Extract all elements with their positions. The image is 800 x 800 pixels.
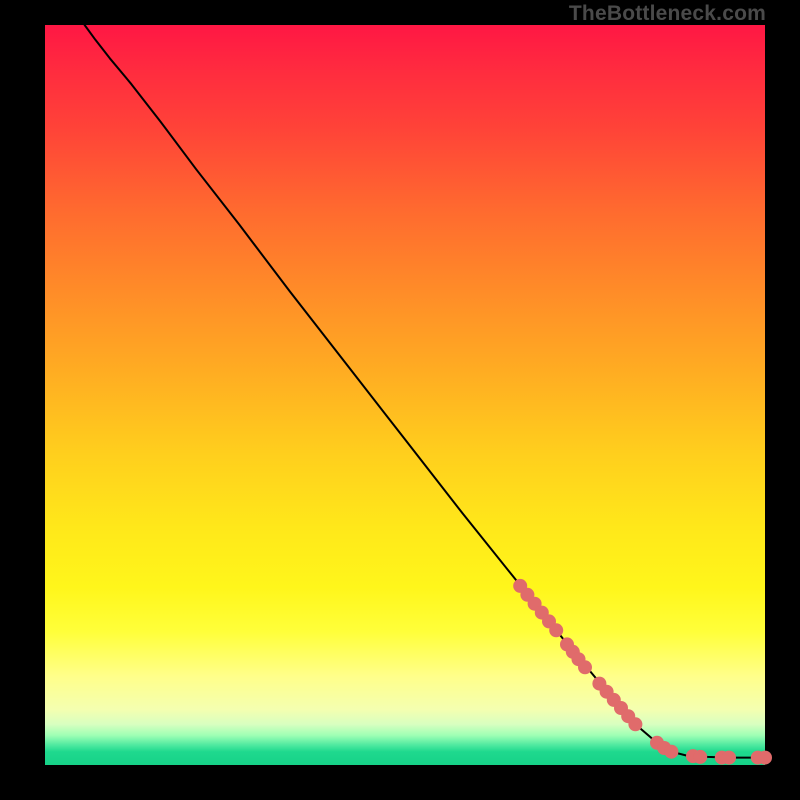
watermark-text: TheBottleneck.com [569,2,766,26]
chart-svg [45,25,765,765]
chart-frame: TheBottleneck.com [0,0,800,800]
plot-area [45,25,765,765]
data-marker [693,750,707,764]
bottleneck-curve [85,25,765,758]
data-marker [549,623,563,637]
data-marker [758,751,772,765]
data-marker [722,751,736,765]
data-marker [628,717,642,731]
data-markers [513,579,772,765]
data-marker [578,660,592,674]
data-marker [664,745,678,759]
